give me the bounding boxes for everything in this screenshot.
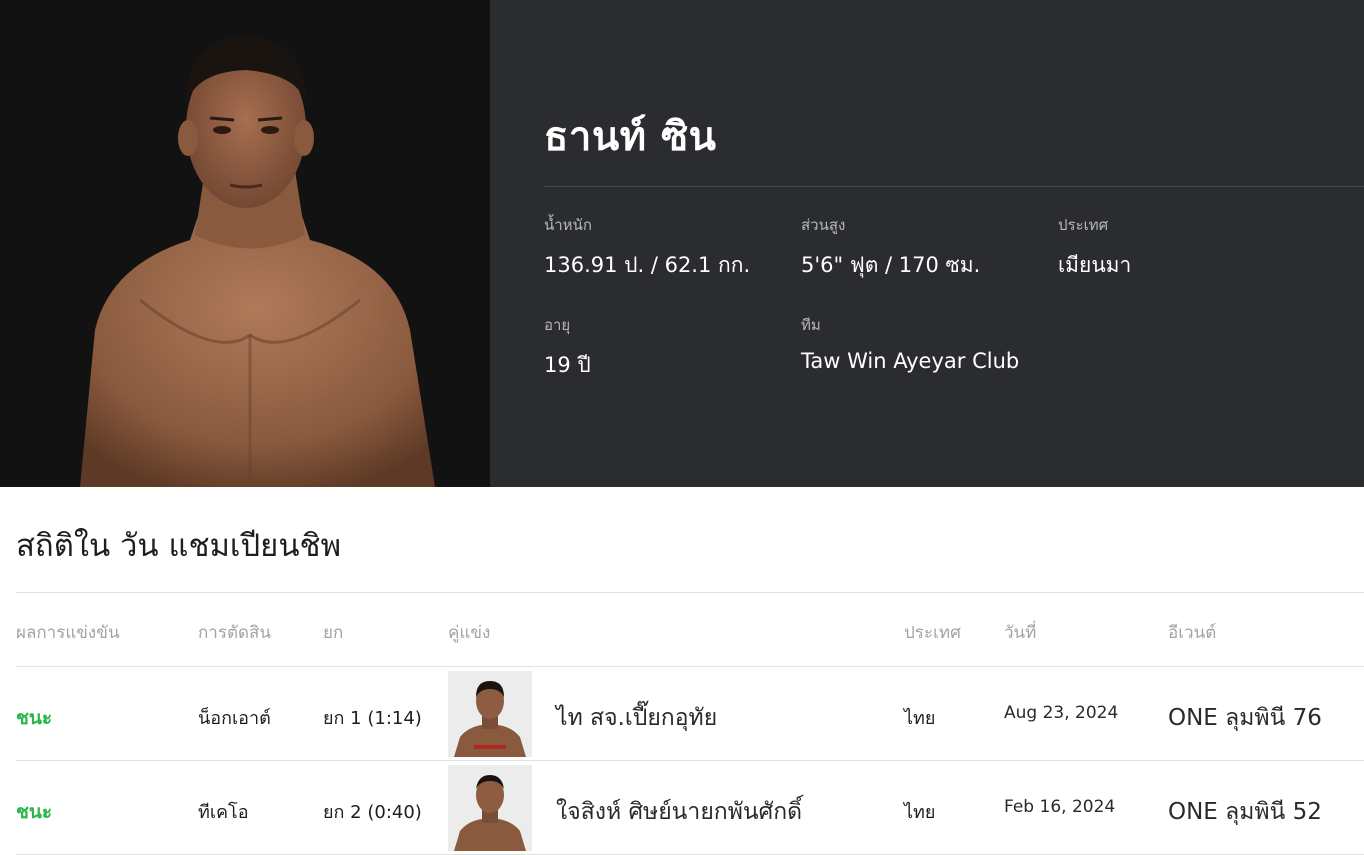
- stat-team: ทีม Taw Win Ayeyar Club: [801, 313, 1019, 373]
- stat-country: ประเทศ เมียนมา: [1058, 213, 1131, 282]
- stat-age: อายุ 19 ปี: [544, 313, 591, 382]
- event-link[interactable]: ONE ลุมพินี 76: [1168, 700, 1322, 736]
- header-method: การตัดสิน: [198, 623, 272, 643]
- opponent-name[interactable]: ใจสิงห์ ศิษย์นายกพันศักดิ์: [556, 794, 802, 830]
- stat-country-label: ประเทศ: [1058, 216, 1109, 234]
- result-cell: ชนะ: [16, 707, 53, 729]
- stat-weight: น้ำหนัก 136.91 ป. / 62.1 กก.: [544, 213, 750, 282]
- method-cell: น็อกเอาต์: [198, 708, 271, 729]
- record-title: สถิติใน วัน แชมเปียนชิพ: [16, 528, 342, 564]
- stat-age-label: อายุ: [544, 316, 571, 334]
- stat-height-label: ส่วนสูง: [801, 216, 846, 234]
- opponent-photo-icon: [448, 765, 532, 851]
- date-cell: Feb 16, 2024: [1004, 797, 1116, 817]
- info-divider: [544, 186, 1364, 187]
- method-cell: ทีเคโอ: [198, 802, 249, 823]
- round-cell: ยก 1 (1:14): [323, 708, 422, 729]
- fighter-photo: [0, 0, 490, 487]
- table-row[interactable]: ชนะ ทีเคโอ ยก 2 (0:40) ใจสิงห์ ศิษย์นายก…: [16, 761, 1364, 855]
- header-date: วันที่: [1004, 623, 1037, 643]
- header-result: ผลการแข่งขัน: [16, 623, 120, 643]
- stat-team-label: ทีม: [801, 316, 821, 334]
- stat-country-value: เมียนมา: [1058, 253, 1132, 277]
- table-header: ผลการแข่งขัน การตัดสิน ยก คู่แข่ง ประเทศ…: [16, 592, 1364, 667]
- stat-height-value: 5'6" ฟุต / 170 ซม.: [801, 253, 981, 277]
- opponent-avatar[interactable]: [448, 765, 532, 851]
- table-row[interactable]: ชนะ น็อกเอาต์ ยก 1 (1:14) ไท สจ.เปี๊ยกอุ…: [16, 667, 1364, 761]
- fight-record-table: ผลการแข่งขัน การตัดสิน ยก คู่แข่ง ประเทศ…: [16, 592, 1364, 855]
- header-event: อีเวนต์: [1168, 623, 1217, 643]
- fighter-name: ธานท์ ซิน: [544, 114, 717, 160]
- round-cell: ยก 2 (0:40): [323, 802, 422, 823]
- result-cell: ชนะ: [16, 801, 53, 823]
- fighter-info: ธานท์ ซิน น้ำหนัก 136.91 ป. / 62.1 กก. ส…: [544, 0, 1364, 487]
- opponent-name[interactable]: ไท สจ.เปี๊ยกอุทัย: [556, 700, 717, 736]
- header-country: ประเทศ: [904, 623, 961, 643]
- stat-height: ส่วนสูง 5'6" ฟุต / 170 ซม.: [801, 213, 980, 282]
- stat-weight-value: 136.91 ป. / 62.1 กก.: [544, 253, 751, 277]
- opponent-avatar[interactable]: [448, 671, 532, 757]
- fighter-portrait-image: [80, 35, 435, 487]
- stat-team-value: Taw Win Ayeyar Club: [801, 349, 1020, 373]
- header-round: ยก: [323, 623, 344, 643]
- opponent-photo-icon: [448, 671, 532, 757]
- date-cell: Aug 23, 2024: [1004, 703, 1119, 723]
- stat-age-value: 19 ปี: [544, 353, 591, 377]
- event-link[interactable]: ONE ลุมพินี 52: [1168, 794, 1322, 830]
- country-cell: ไทย: [904, 708, 936, 729]
- fighter-hero: ธานท์ ซิน น้ำหนัก 136.91 ป. / 62.1 กก. ส…: [0, 0, 1364, 487]
- country-cell: ไทย: [904, 802, 936, 823]
- header-opponent: คู่แข่ง: [448, 623, 491, 643]
- stat-weight-label: น้ำหนัก: [544, 216, 592, 234]
